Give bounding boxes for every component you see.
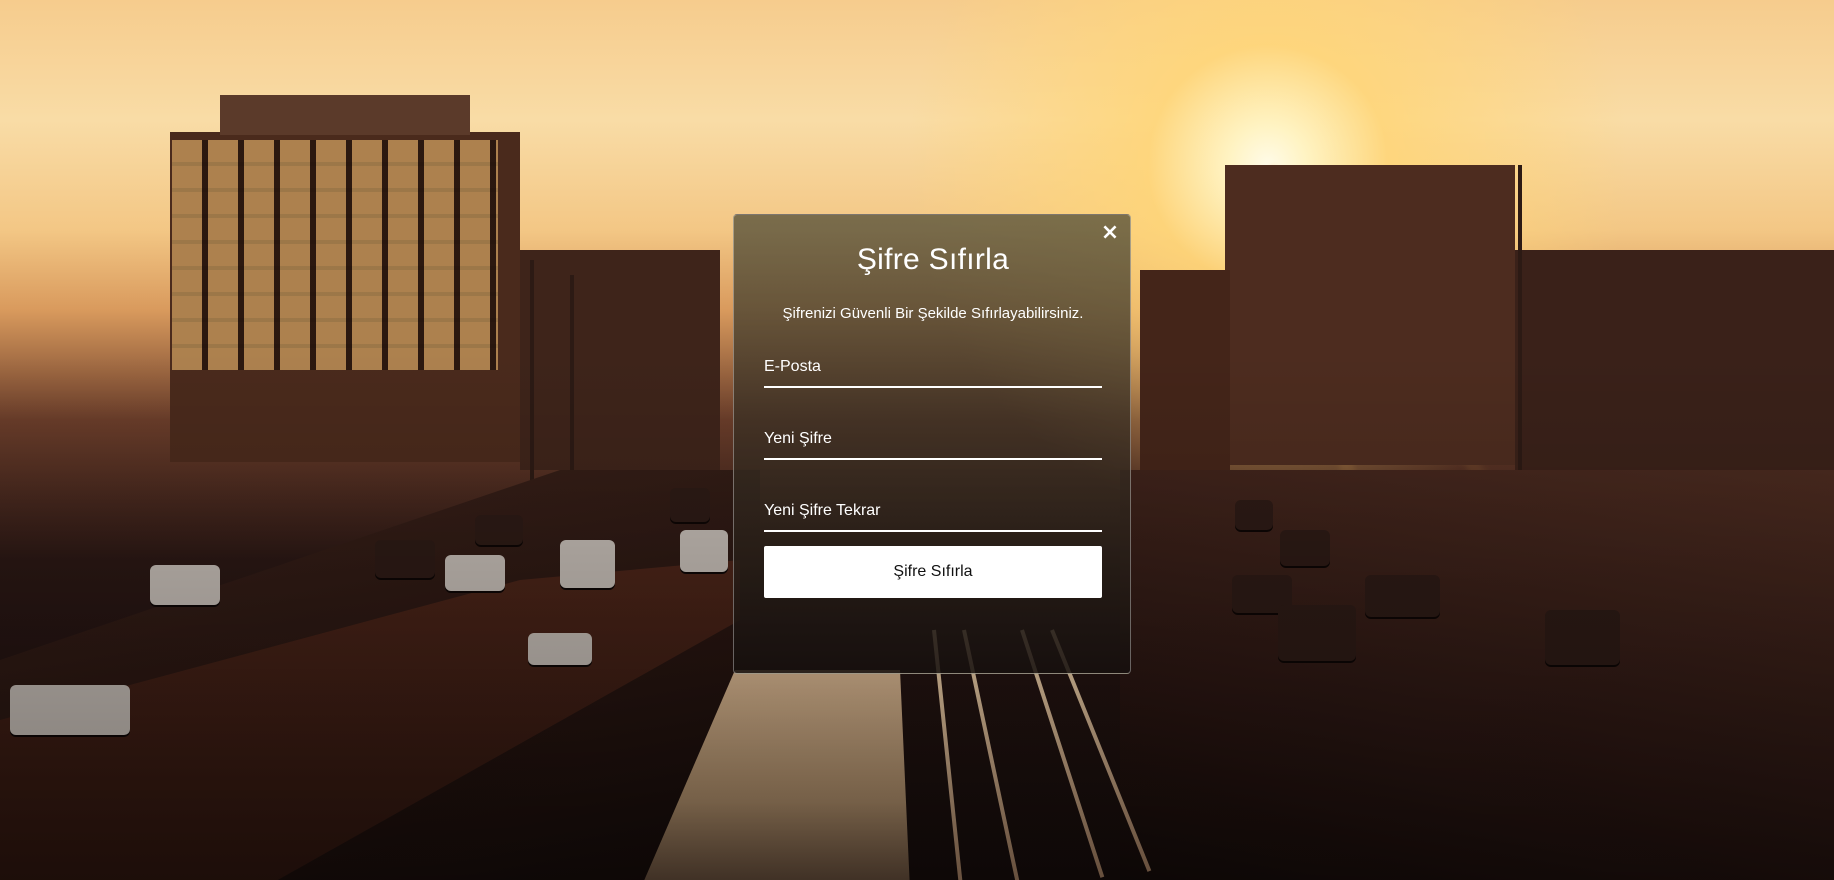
new-password-field[interactable] [764, 426, 1102, 460]
email-field[interactable] [764, 354, 1102, 388]
close-icon[interactable]: × [1098, 221, 1122, 245]
reset-password-button[interactable]: Şifre Sıfırla [764, 546, 1102, 598]
modal-subtitle: Şifrenizi Güvenli Bir Şekilde Sıfırlayab… [782, 305, 1084, 322]
page: × Şifre Sıfırla Şifrenizi Güvenli Bir Şe… [0, 0, 1834, 880]
modal-title: Şifre Sıfırla [856, 243, 1010, 276]
reset-password-modal: × Şifre Sıfırla Şifrenizi Güvenli Bir Şe… [733, 214, 1131, 674]
new-password-repeat-field[interactable] [764, 498, 1102, 532]
